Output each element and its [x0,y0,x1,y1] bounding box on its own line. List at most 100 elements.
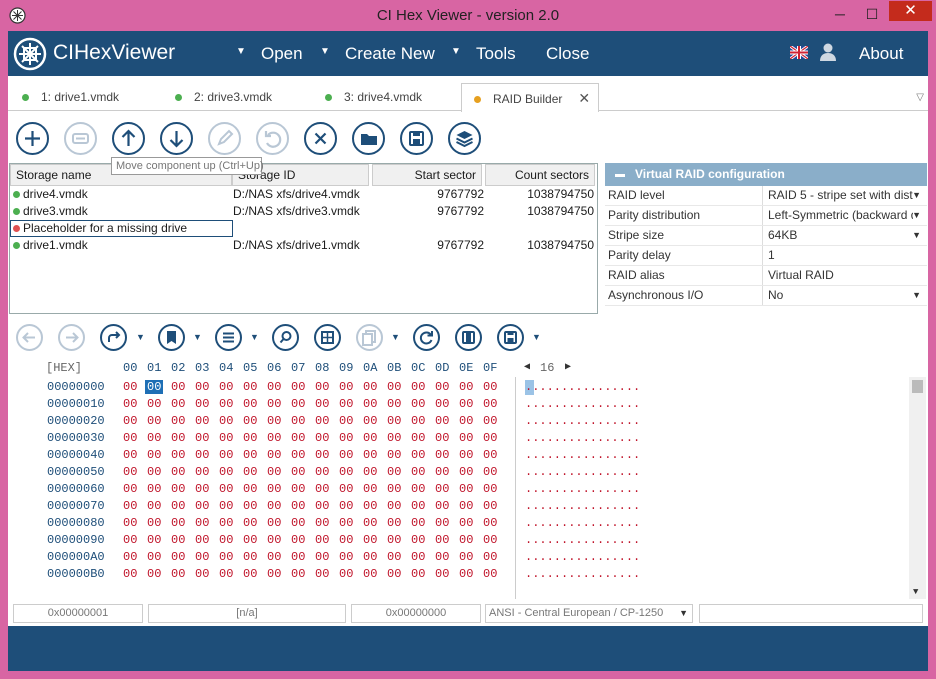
hex-byte[interactable]: 00 [435,550,449,564]
hex-byte[interactable]: 00 [435,431,449,445]
hex-byte[interactable]: 00 [219,414,233,428]
hex-byte[interactable]: 00 [435,499,449,513]
undo-button[interactable] [256,122,289,155]
hex-byte[interactable]: 00 [339,516,353,530]
ascii-text[interactable]: ................ [525,499,640,513]
list-button[interactable] [215,324,242,351]
hex-byte[interactable]: 00 [243,448,257,462]
hex-byte[interactable]: 00 [243,567,257,581]
hex-byte[interactable]: 00 [387,431,401,445]
goto-button[interactable] [100,324,127,351]
width-increase-icon[interactable]: ▶ [565,361,571,373]
hex-byte[interactable]: 00 [267,465,281,479]
hex-byte[interactable]: 00 [123,499,137,513]
hex-byte[interactable]: 00 [147,516,161,530]
close-window-button[interactable]: ✕ [889,1,932,21]
hex-byte[interactable]: 00 [387,465,401,479]
hex-byte[interactable]: 00 [219,448,233,462]
hex-byte[interactable]: 00 [123,567,137,581]
panel-button[interactable] [455,324,482,351]
hex-byte[interactable]: 00 [267,567,281,581]
hex-byte[interactable]: 00 [315,516,329,530]
hex-byte[interactable]: 00 [459,533,473,547]
bookmark-dropdown-icon[interactable]: ▼ [193,332,202,342]
hex-byte[interactable]: 00 [459,397,473,411]
hex-byte[interactable]: 00 [243,533,257,547]
hex-byte[interactable]: 00 [315,499,329,513]
hex-byte[interactable]: 00 [147,499,161,513]
hex-byte[interactable]: 00 [291,397,305,411]
menu-about[interactable]: About [859,44,903,64]
hex-byte[interactable]: 00 [291,482,305,496]
hex-byte[interactable]: 00 [243,550,257,564]
table-row[interactable]: drive4.vmdk D:/NAS xfs/drive4.vmdk 97677… [10,186,598,203]
ascii-text[interactable]: ................ [525,465,640,479]
save-button[interactable] [400,122,433,155]
hex-byte[interactable]: 00 [387,567,401,581]
hex-byte[interactable]: 00 [147,465,161,479]
forward-button[interactable] [58,324,85,351]
hex-byte[interactable]: 00 [483,499,497,513]
hex-byte[interactable]: 00 [315,414,329,428]
prop-parity-delay[interactable]: Parity delay 1 [605,246,927,266]
hex-byte[interactable]: 00 [339,499,353,513]
hex-byte[interactable]: 00 [123,431,137,445]
hex-byte[interactable]: 00 [339,414,353,428]
hex-byte[interactable]: 00 [267,499,281,513]
hex-byte[interactable]: 00 [267,431,281,445]
scroll-down-icon[interactable]: ▼ [913,587,918,597]
hex-byte[interactable]: 00 [267,516,281,530]
copy-button[interactable] [356,324,383,351]
hex-byte[interactable]: 00 [339,550,353,564]
dropdown-arrow-icon[interactable]: ▼ [912,186,921,205]
hex-byte[interactable]: 00 [411,448,425,462]
hex-byte[interactable]: 00 [219,533,233,547]
hex-byte[interactable]: 00 [339,482,353,496]
structure-button[interactable] [314,324,341,351]
hex-byte-selected[interactable]: 00 [145,380,164,394]
hex-byte[interactable]: 00 [171,533,185,547]
back-button[interactable] [16,324,43,351]
hex-byte[interactable]: 00 [411,380,425,394]
hex-byte[interactable]: 00 [195,397,209,411]
column-header-start-sector[interactable]: Start sector [372,164,482,186]
hex-byte[interactable]: 00 [267,414,281,428]
save-dump-button[interactable] [497,324,524,351]
vertical-scrollbar[interactable]: ▼ [909,377,926,599]
hex-byte[interactable]: 00 [459,550,473,564]
move-down-button[interactable] [160,122,193,155]
hex-byte[interactable]: 00 [195,448,209,462]
hex-byte[interactable]: 00 [459,465,473,479]
ascii-text[interactable]: ................ [525,414,640,428]
table-row[interactable]: drive3.vmdk D:/NAS xfs/drive3.vmdk 97677… [10,203,598,220]
hex-byte[interactable]: 00 [171,550,185,564]
hex-byte[interactable]: 00 [411,414,425,428]
hex-byte[interactable]: 00 [459,380,473,394]
hex-byte[interactable]: 00 [123,533,137,547]
hex-byte[interactable]: 00 [315,465,329,479]
hex-byte[interactable]: 00 [291,567,305,581]
hex-byte[interactable]: 00 [147,482,161,496]
hex-byte[interactable]: 00 [315,533,329,547]
hex-byte[interactable]: 00 [339,397,353,411]
hex-byte[interactable]: 00 [339,380,353,394]
hex-byte[interactable]: 00 [267,397,281,411]
hex-byte[interactable]: 00 [459,499,473,513]
hex-byte[interactable]: 00 [123,448,137,462]
hex-byte[interactable]: 00 [291,465,305,479]
hex-byte[interactable]: 00 [339,431,353,445]
hex-byte[interactable]: 00 [459,567,473,581]
hex-byte[interactable]: 00 [339,465,353,479]
hex-byte[interactable]: 00 [291,516,305,530]
menu-tools[interactable]: Tools [476,44,516,64]
hex-byte[interactable]: 00 [411,397,425,411]
hex-byte[interactable]: 00 [483,482,497,496]
column-header-count-sectors[interactable]: Count sectors [485,164,595,186]
hex-byte[interactable]: 00 [387,533,401,547]
hex-byte[interactable]: 00 [387,414,401,428]
hex-byte[interactable]: 00 [267,448,281,462]
width-decrease-icon[interactable]: ◀ [524,361,530,373]
ascii-text[interactable]: ................ [525,567,640,581]
hex-byte[interactable]: 00 [123,465,137,479]
hex-byte[interactable]: 00 [459,431,473,445]
